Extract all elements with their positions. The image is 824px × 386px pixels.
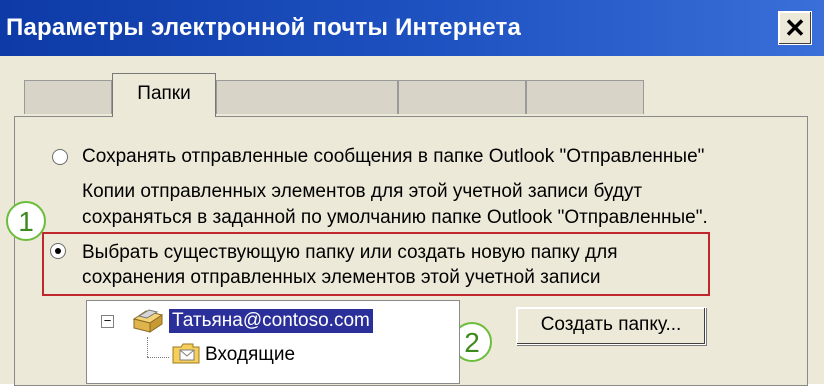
save-to-sent-radio[interactable]: [52, 149, 68, 165]
account-node[interactable]: Татьяна@contoso.com: [169, 309, 373, 333]
folder-tree[interactable]: − Татьяна@contoso.com Входящие: [86, 300, 460, 384]
mailbox-icon: [132, 309, 164, 333]
window-title: Параметры электронной почты Интернета: [6, 14, 522, 41]
save-to-sent-description-line1: Копии отправленных элементов для этой уч…: [82, 181, 643, 202]
collapse-toggle[interactable]: −: [101, 314, 114, 328]
save-to-sent-description-line2: сохраняться в заданной по умолчанию папк…: [82, 207, 708, 228]
tab-folders[interactable]: Папки: [112, 73, 216, 117]
close-button[interactable]: ✕: [778, 11, 812, 45]
tab-advanced[interactable]: [526, 80, 644, 114]
tab-connection[interactable]: [398, 80, 526, 114]
inbox-folder-icon: [172, 343, 200, 364]
tab-outgoing-server[interactable]: [216, 80, 398, 114]
create-folder-button[interactable]: Создать папку...: [516, 307, 706, 345]
tab-folders-label: Папки: [137, 83, 191, 104]
inbox-node[interactable]: Входящие: [205, 344, 295, 366]
tab-general[interactable]: [24, 80, 112, 114]
tree-line: [147, 337, 148, 357]
tree-line: [147, 357, 169, 358]
choose-folder-radio[interactable]: [50, 243, 66, 259]
save-to-sent-label[interactable]: Сохранять отправленные сообщения в папке…: [82, 146, 704, 168]
title-bar: Параметры электронной почты Интернета ✕: [0, 0, 824, 56]
choose-folder-label-line1[interactable]: Выбрать существующую папку или создать н…: [82, 242, 618, 264]
callout-1: 1: [6, 201, 46, 241]
choose-folder-label-line2[interactable]: сохранения отправленных элементов этой у…: [82, 267, 600, 289]
